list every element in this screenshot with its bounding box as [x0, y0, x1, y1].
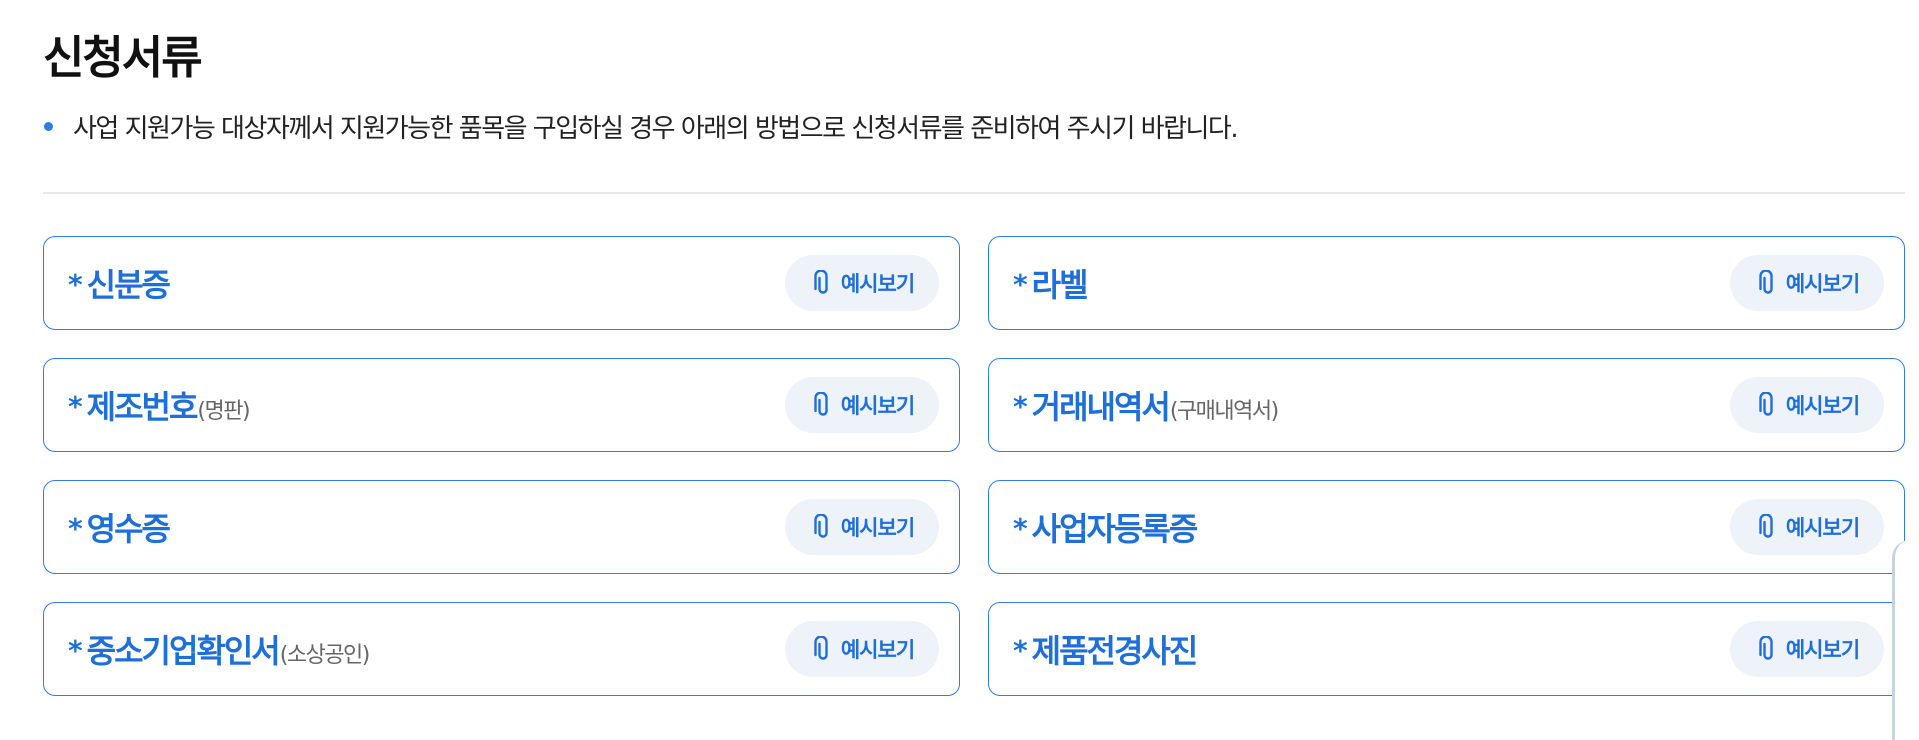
document-label: 영수증: [86, 510, 171, 548]
document-label: 사업자등록증: [1031, 510, 1199, 548]
document-title: * 거래내역서 (구매내역서): [1013, 382, 1279, 428]
view-example-label: 예시보기: [840, 272, 915, 296]
view-example-button[interactable]: 예시보기: [785, 621, 939, 677]
view-example-button[interactable]: 예시보기: [1730, 621, 1884, 677]
document-label: 라벨: [1031, 266, 1089, 304]
required-asterisk: *: [1013, 512, 1028, 545]
required-asterisk: *: [1013, 634, 1028, 667]
floating-panel-edge[interactable]: [1892, 540, 1919, 740]
required-asterisk: *: [68, 634, 83, 667]
paperclip-icon: [814, 636, 828, 660]
paperclip-icon: [814, 270, 828, 294]
view-example-button[interactable]: 예시보기: [1730, 499, 1884, 555]
document-card-receipt: * 영수증 예시보기: [43, 480, 960, 574]
paperclip-icon: [814, 392, 828, 416]
document-sublabel: (소상공인): [279, 643, 371, 668]
document-card-sme-certificate: * 중소기업확인서 (소상공인) 예시보기: [43, 602, 960, 696]
paperclip-icon: [814, 514, 828, 538]
document-title: * 신분증: [68, 260, 171, 306]
required-asterisk: *: [1013, 268, 1028, 301]
description-text: 사업 지원가능 대상자께서 지원가능한 품목을 구입하실 경우 아래의 방법으로…: [73, 113, 1239, 144]
view-example-label: 예시보기: [1785, 516, 1860, 540]
view-example-button[interactable]: 예시보기: [1730, 377, 1884, 433]
document-title: * 사업자등록증: [1013, 504, 1199, 550]
required-asterisk: *: [1013, 390, 1028, 423]
document-card-serial-number: * 제조번호 (명판) 예시보기: [43, 358, 960, 452]
paperclip-icon: [1759, 270, 1773, 294]
document-label: 중소기업확인서: [86, 632, 281, 670]
document-sublabel: (명판): [197, 399, 250, 424]
paperclip-icon: [1759, 392, 1773, 416]
view-example-button[interactable]: 예시보기: [785, 377, 939, 433]
view-example-button[interactable]: 예시보기: [1730, 255, 1884, 311]
document-card-label: * 라벨 예시보기: [988, 236, 1905, 330]
view-example-label: 예시보기: [840, 394, 915, 418]
document-label: 제품전경사진: [1031, 632, 1199, 670]
view-example-label: 예시보기: [840, 638, 915, 662]
view-example-button[interactable]: 예시보기: [785, 255, 939, 311]
document-title: * 영수증: [68, 504, 171, 550]
section-title: 신청서류: [43, 31, 203, 84]
section-divider: [43, 192, 1905, 194]
document-title: * 제품전경사진: [1013, 626, 1199, 672]
documents-grid: * 신분증 예시보기 * 라벨 예시보기 * 제조번호 (명판) 예시보기 * …: [43, 236, 1905, 696]
document-card-transaction-statement: * 거래내역서 (구매내역서) 예시보기: [988, 358, 1905, 452]
paperclip-icon: [1759, 636, 1773, 660]
view-example-label: 예시보기: [1785, 394, 1860, 418]
required-asterisk: *: [68, 512, 83, 545]
document-title: * 제조번호 (명판): [68, 382, 251, 428]
document-title: * 중소기업확인서 (소상공인): [68, 626, 371, 672]
view-example-label: 예시보기: [1785, 272, 1860, 296]
view-example-label: 예시보기: [1785, 638, 1860, 662]
section-description: 사업 지원가능 대상자께서 지원가능한 품목을 구입하실 경우 아래의 방법으로…: [43, 106, 1905, 146]
document-card-business-registration: * 사업자등록증 예시보기: [988, 480, 1905, 574]
required-asterisk: *: [68, 390, 83, 423]
required-documents-section: 신청서류 사업 지원가능 대상자께서 지원가능한 품목을 구입하실 경우 아래의…: [43, 0, 1905, 696]
document-label: 제조번호: [86, 388, 199, 426]
view-example-button[interactable]: 예시보기: [785, 499, 939, 555]
document-label: 거래내역서: [1031, 388, 1171, 426]
document-card-id-card: * 신분증 예시보기: [43, 236, 960, 330]
paperclip-icon: [1759, 514, 1773, 538]
document-card-product-photo: * 제품전경사진 예시보기: [988, 602, 1905, 696]
required-asterisk: *: [68, 268, 83, 301]
document-sublabel: (구매내역서): [1169, 399, 1279, 424]
document-label: 신분증: [86, 266, 171, 304]
view-example-label: 예시보기: [840, 516, 915, 540]
document-title: * 라벨: [1013, 260, 1089, 306]
bullet-dot-icon: [44, 121, 53, 131]
